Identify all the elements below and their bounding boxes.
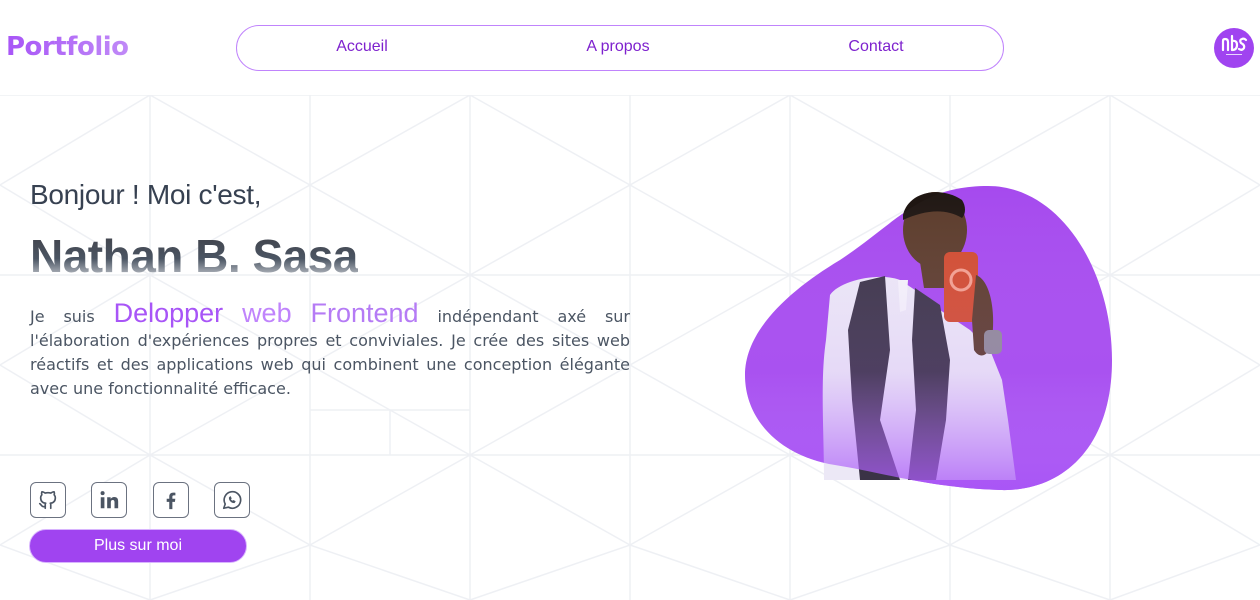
github-icon (38, 490, 57, 510)
hero-name: Nathan B. Sasa (30, 230, 358, 282)
linkedin-icon (100, 491, 119, 509)
bio-text: Je suis Delopper web Frontend indépendan… (30, 298, 630, 401)
nbs-logo-icon (1221, 34, 1248, 55)
nav-link-accueil[interactable]: Accueil (336, 38, 388, 56)
profile-portrait (745, 186, 1112, 491)
linkedin-link[interactable] (91, 482, 127, 518)
nav-link-contact[interactable]: Contact (848, 38, 903, 56)
nav-link-a-propos[interactable]: A propos (586, 38, 649, 56)
greeting: Bonjour ! Moi c'est, (30, 179, 262, 210)
avatar[interactable] (1214, 28, 1254, 68)
whatsapp-link[interactable] (214, 482, 250, 518)
main-nav: Accueil A propos Contact (236, 25, 1004, 71)
facebook-link[interactable] (153, 482, 189, 518)
bio-prefix: Je suis (30, 307, 95, 326)
hero-section: Bonjour ! Moi c'est, Nathan B. Sasa Je s… (0, 95, 1260, 600)
whatsapp-icon (222, 490, 242, 510)
facebook-icon (166, 492, 176, 510)
bio-highlight-web: web (242, 298, 292, 328)
bio-highlight-delopper: Delopper (113, 298, 224, 328)
top-bar: Portfolio Accueil A propos Contact (0, 0, 1260, 95)
more-about-me-button[interactable]: Plus sur moi (29, 529, 247, 563)
github-link[interactable] (30, 482, 66, 518)
logo[interactable]: Portfolio (6, 32, 129, 62)
bio-highlight-frontend: Frontend (310, 298, 419, 328)
